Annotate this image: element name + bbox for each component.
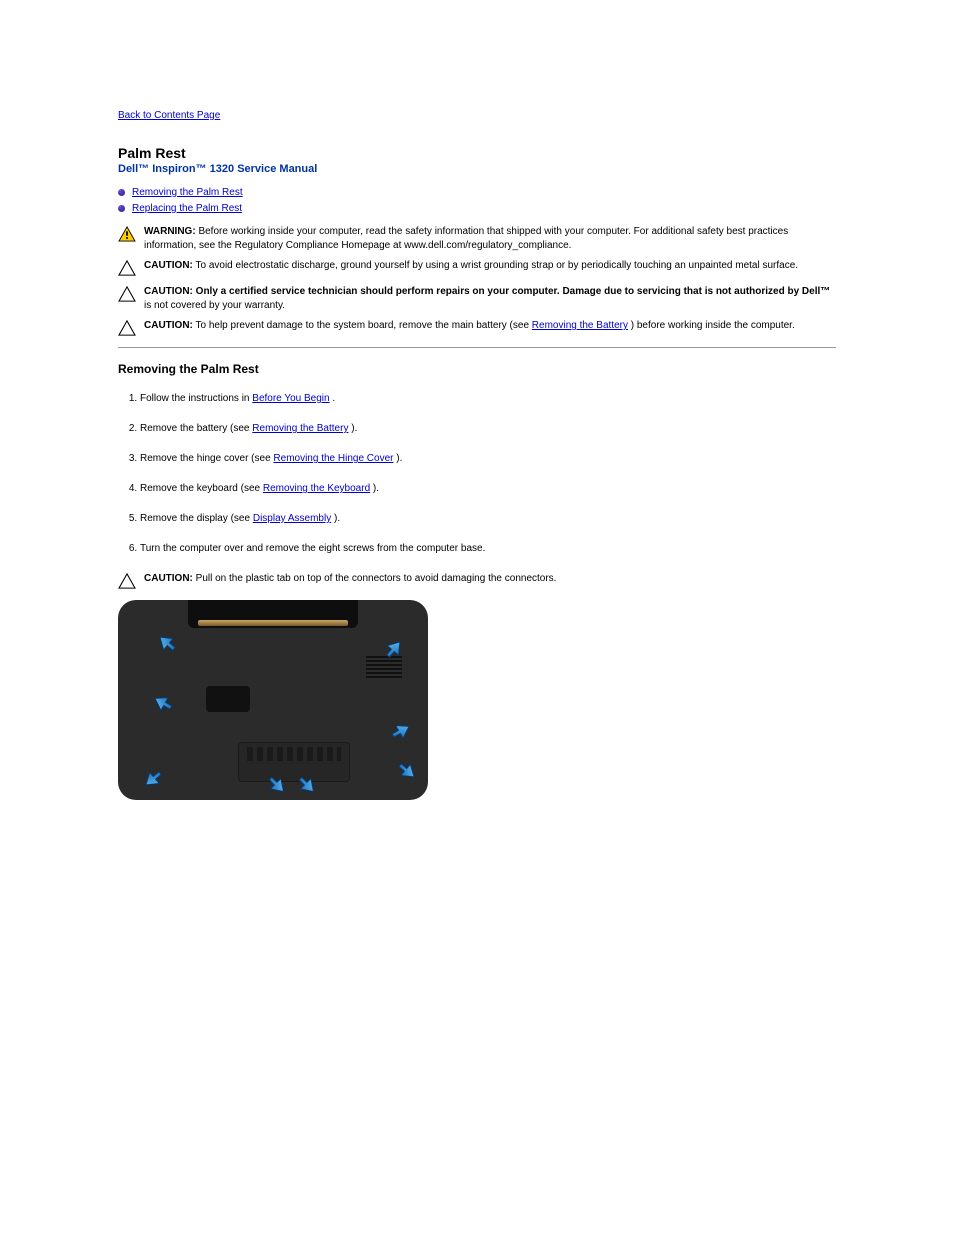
alert-caution-inline-text: CAUTION: Pull on the plastic tab on top … [144, 572, 836, 586]
step-5-before: Remove the display (see [140, 513, 253, 524]
screw-arrow-icon [296, 774, 318, 796]
step-1: Follow the instructions in Before You Be… [140, 392, 836, 406]
caution-icon [118, 573, 136, 592]
step-2-before: Remove the battery (see [140, 423, 252, 434]
step-4: Remove the keyboard (see Removing the Ke… [140, 482, 836, 496]
alert-caution-3: CAUTION: To help prevent damage to the s… [118, 319, 836, 339]
toc-link-removing[interactable]: Removing the Palm Rest [132, 187, 243, 198]
alert-caution-3-before: To help prevent damage to the system boa… [196, 320, 532, 331]
page-title: Palm Rest [118, 145, 836, 161]
removing-steps: Follow the instructions in Before You Be… [118, 392, 836, 556]
alert-caution-3-text: CAUTION: To help prevent damage to the s… [144, 319, 836, 333]
alert-warning: WARNING: Before working inside your comp… [118, 225, 836, 253]
toc-link-replacing[interactable]: Replacing the Palm Rest [132, 203, 242, 214]
alert-caution-1-lead: CAUTION: [144, 260, 193, 271]
alert-warning-lead: WARNING: [144, 226, 196, 237]
alert-caution-inline-lead: CAUTION: [144, 573, 193, 584]
alert-caution-2-bold: Only a certified service technician shou… [196, 286, 831, 297]
alert-warning-text: WARNING: Before working inside your comp… [144, 225, 836, 253]
alert-caution-inline: CAUTION: Pull on the plastic tab on top … [118, 572, 836, 592]
caution-icon [118, 286, 136, 305]
step-3-after: ). [396, 453, 402, 464]
step-6: Turn the computer over and remove the ei… [140, 542, 836, 556]
alert-caution-1: CAUTION: To avoid electrostatic discharg… [118, 259, 836, 279]
alert-caution-3-lead: CAUTION: [144, 320, 193, 331]
alert-caution-2-after: is not covered by your warranty. [144, 300, 285, 311]
alert-caution-inline-body: Pull on the plastic tab on top of the co… [196, 573, 557, 584]
step-1-after: . [332, 393, 335, 404]
step-6-text: Turn the computer over and remove the ei… [140, 543, 485, 554]
screw-arrow-icon [142, 768, 164, 790]
step-3: Remove the hinge cover (see Removing the… [140, 452, 836, 466]
step-4-before: Remove the keyboard (see [140, 483, 263, 494]
caution-icon [118, 260, 136, 279]
divider [118, 347, 836, 348]
alert-caution-2-lead: CAUTION: [144, 286, 193, 297]
alert-caution-3-after: ) before working inside the computer. [631, 320, 795, 331]
step-2-after: ). [351, 423, 357, 434]
step-5: Remove the display (see Display Assembly… [140, 512, 836, 526]
screw-arrow-icon [383, 638, 405, 660]
step-4-link[interactable]: Removing the Keyboard [263, 483, 370, 494]
manual-title: Dell™ Inspiron™ 1320 Service Manual [118, 163, 836, 175]
step-5-link[interactable]: Display Assembly [253, 513, 331, 524]
screw-arrow-icon [396, 760, 418, 782]
alert-caution-2: CAUTION: Only a certified service techni… [118, 285, 836, 313]
removing-heading: Removing the Palm Rest [118, 362, 836, 376]
screw-arrow-icon [152, 692, 174, 714]
step-4-after: ). [373, 483, 379, 494]
step-1-link[interactable]: Before You Begin [252, 393, 329, 404]
alert-caution-1-body: To avoid electrostatic discharge, ground… [196, 260, 799, 271]
back-to-contents-link[interactable]: Back to Contents Page [118, 110, 220, 121]
alert-caution-2-text: CAUTION: Only a certified service techni… [144, 285, 836, 313]
warning-icon [118, 226, 136, 245]
alert-warning-body: Before working inside your computer, rea… [144, 226, 788, 251]
alert-caution-1-text: CAUTION: To avoid electrostatic discharg… [144, 259, 836, 273]
step-5-after: ). [334, 513, 340, 524]
alert-caution-3-link[interactable]: Removing the Battery [532, 320, 628, 331]
step-1-before: Follow the instructions in [140, 393, 252, 404]
step-3-before: Remove the hinge cover (see [140, 453, 273, 464]
step-3-link[interactable]: Removing the Hinge Cover [273, 453, 393, 464]
step-2: Remove the battery (see Removing the Bat… [140, 422, 836, 436]
computer-base-photo [118, 600, 428, 800]
step-2-link[interactable]: Removing the Battery [252, 423, 348, 434]
screw-arrow-icon [156, 632, 178, 654]
toc-bullets: Removing the Palm Rest Replacing the Pal… [118, 185, 836, 217]
screw-arrow-icon [266, 774, 288, 796]
caution-icon [118, 320, 136, 339]
screw-arrow-icon [390, 720, 412, 742]
